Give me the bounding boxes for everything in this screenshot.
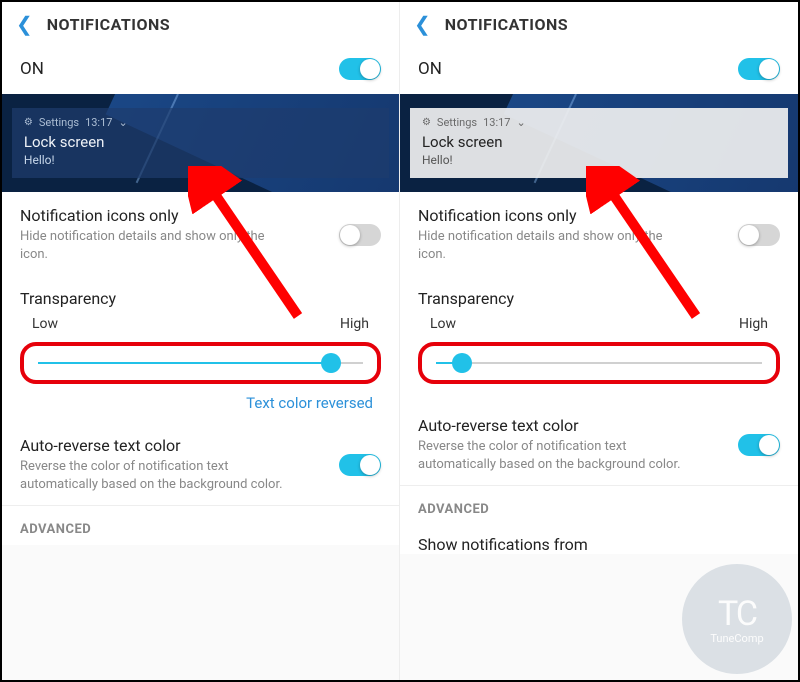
master-toggle-label: ON [20,59,44,79]
transparency-slider-highlight [418,342,780,384]
text-color-reversed-label: Text color reversed [20,392,381,412]
chevron-down-icon: ⌄ [118,116,127,129]
auto-reverse-desc: Reverse the color of notification text a… [20,458,283,493]
notif-body: Hello! [422,153,776,167]
settings-icon: ⚙ [422,117,431,128]
annotation-arrow-icon [188,166,308,326]
auto-reverse-title: Auto-reverse text color [20,436,329,455]
master-toggle[interactable] [339,58,381,80]
advanced-header: ADVANCED [400,486,798,525]
auto-reverse-title: Auto-reverse text color [418,416,728,435]
auto-reverse-toggle[interactable] [339,454,381,476]
auto-reverse-row[interactable]: Auto-reverse text color Reverse the colo… [400,402,798,485]
transparency-slider[interactable] [38,362,363,364]
auto-reverse-toggle[interactable] [738,434,780,456]
notif-body: Hello! [24,153,377,167]
back-icon[interactable]: ❮ [414,12,431,36]
left-panel: ❮ NOTIFICATIONS ON ⚙ Settings 13:17 ⌄ Lo… [2,2,400,680]
watermark-logo: TC TuneComp [682,564,792,674]
watermark-label: TuneComp [710,632,763,645]
auto-reverse-desc: Reverse the color of notification text a… [418,438,682,473]
master-toggle-row: ON [400,44,798,94]
watermark-initials: TC [718,594,756,634]
back-icon[interactable]: ❮ [16,12,33,36]
page-title: NOTIFICATIONS [445,15,568,34]
header: ❮ NOTIFICATIONS [400,2,798,44]
settings-icon: ⚙ [24,117,33,128]
header: ❮ NOTIFICATIONS [2,2,399,44]
advanced-header: ADVANCED [2,506,399,545]
transparency-slider[interactable] [436,362,762,364]
master-toggle[interactable] [738,58,780,80]
show-notifications-from-title[interactable]: Show notifications from [400,525,798,554]
notif-title: Lock screen [24,133,377,151]
page-title: NOTIFICATIONS [47,15,170,34]
icons-only-toggle[interactable] [738,224,780,246]
transparency-low-label: Low [430,316,456,332]
notif-title: Lock screen [422,133,776,151]
transparency-high-label: High [739,316,768,332]
notif-time: 13:17 [85,116,112,129]
notif-app: Settings [437,116,477,129]
auto-reverse-row[interactable]: Auto-reverse text color Reverse the colo… [2,422,399,505]
annotation-arrow-icon [586,166,706,326]
notif-app: Settings [39,116,79,129]
master-toggle-row: ON [2,44,399,94]
master-toggle-label: ON [418,59,442,79]
icons-only-toggle[interactable] [339,224,381,246]
chevron-down-icon: ⌄ [516,116,525,129]
transparency-high-label: High [340,316,369,332]
notif-time: 13:17 [483,116,510,129]
transparency-slider-highlight [20,342,381,384]
transparency-low-label: Low [32,316,58,332]
